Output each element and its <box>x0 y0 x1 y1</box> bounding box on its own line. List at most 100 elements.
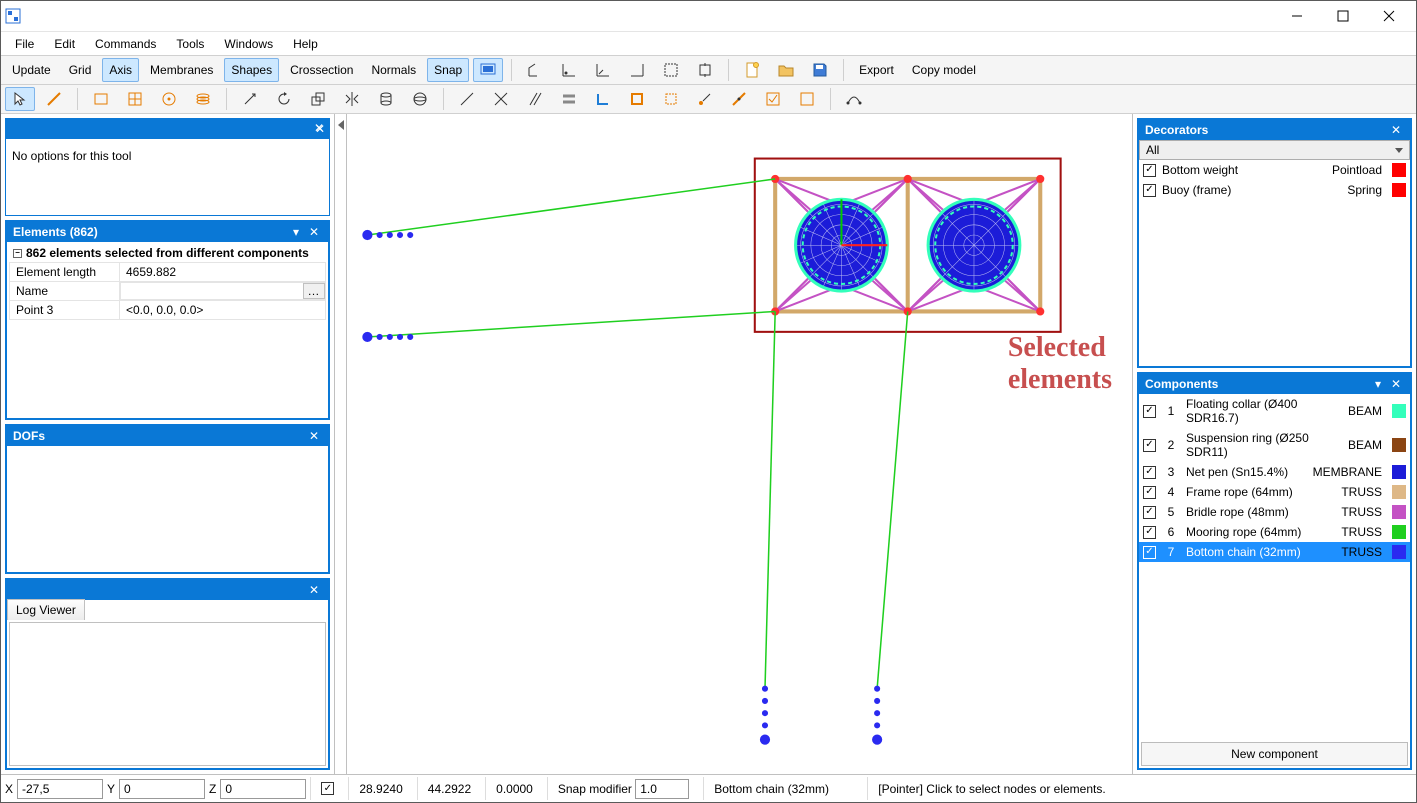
align-icon[interactable] <box>554 87 584 111</box>
prop-value[interactable] <box>121 283 303 299</box>
close-panel-icon[interactable]: ✕ <box>306 582 322 598</box>
new-component-button[interactable]: New component <box>1141 742 1408 766</box>
close-panel-icon[interactable]: ✕ <box>1388 122 1404 138</box>
tb-axis[interactable]: Axis <box>102 58 139 82</box>
left-gutter[interactable] <box>335 114 347 774</box>
tb-shapes[interactable]: Shapes <box>224 58 279 82</box>
menu-commands[interactable]: Commands <box>85 34 166 54</box>
save-icon[interactable] <box>805 58 835 82</box>
select-rect-icon[interactable] <box>656 58 686 82</box>
component-row[interactable]: 7Bottom chain (32mm)TRUSS <box>1139 542 1410 562</box>
layers-icon[interactable] <box>188 87 218 111</box>
open-icon[interactable] <box>771 58 801 82</box>
checkbox-icon[interactable] <box>1143 405 1156 418</box>
collapse-icon[interactable]: ▾ <box>288 224 304 240</box>
tb-screen-icon[interactable] <box>473 58 503 82</box>
curve-icon[interactable] <box>839 87 869 111</box>
component-row[interactable]: 1Floating collar (Ø400 SDR16.7)BEAM <box>1139 394 1410 428</box>
edge-icon[interactable] <box>452 87 482 111</box>
tb-crossection[interactable]: Crossection <box>283 58 360 82</box>
box-solid-icon[interactable] <box>622 87 652 111</box>
ellipsis-button[interactable]: … <box>303 283 325 299</box>
view-iso-icon[interactable] <box>520 58 550 82</box>
close-panel-icon[interactable]: ✕ <box>306 428 322 444</box>
mirror-icon[interactable] <box>337 87 367 111</box>
status-checkbox[interactable] <box>321 782 334 795</box>
elements-selection-header[interactable]: − 862 elements selected from different c… <box>9 244 326 262</box>
component-row[interactable]: 2Suspension ring (Ø250 SDR11)BEAM <box>1139 428 1410 462</box>
checkbox-icon[interactable] <box>1143 546 1156 559</box>
checkbox-icon[interactable] <box>1143 164 1156 177</box>
minimize-button[interactable] <box>1274 1 1320 31</box>
menu-file[interactable]: File <box>5 34 44 54</box>
menu-tools[interactable]: Tools <box>166 34 214 54</box>
pointer-tool-icon[interactable] <box>5 87 35 111</box>
view-top-icon[interactable] <box>554 58 584 82</box>
line-seg-icon[interactable] <box>724 87 754 111</box>
close-panel-icon[interactable]: ✕ <box>1388 376 1404 392</box>
z-input[interactable] <box>220 779 306 799</box>
view-side-icon[interactable] <box>622 58 652 82</box>
tb-export[interactable]: Export <box>852 58 901 82</box>
parallel-icon[interactable] <box>520 87 550 111</box>
viewport-canvas[interactable]: Selected elements <box>347 114 1132 774</box>
tb-grid[interactable]: Grid <box>62 58 99 82</box>
decorator-row[interactable]: Buoy (frame)Spring <box>1139 180 1410 200</box>
separator <box>226 88 227 110</box>
component-row[interactable]: 4Frame rope (64mm)TRUSS <box>1139 482 1410 502</box>
x-input[interactable] <box>17 779 103 799</box>
cylinder-icon[interactable] <box>371 87 401 111</box>
decorator-scope-dropdown[interactable]: All <box>1139 140 1410 160</box>
new-file-icon[interactable] <box>737 58 767 82</box>
close-panel-icon[interactable]: ✕ <box>306 224 322 240</box>
fit-icon[interactable] <box>690 58 720 82</box>
box-dash-icon[interactable] <box>656 87 686 111</box>
checkbox-icon[interactable] <box>1143 486 1156 499</box>
rect-icon[interactable] <box>86 87 116 111</box>
empty-box-icon[interactable] <box>792 87 822 111</box>
cross-icon[interactable] <box>486 87 516 111</box>
tb-membranes[interactable]: Membranes <box>143 58 220 82</box>
prop-row[interactable]: Name … <box>10 282 326 301</box>
prop-row[interactable]: Element length 4659.882 <box>10 263 326 282</box>
checkbox-icon[interactable] <box>1143 184 1156 197</box>
collapse-icon[interactable]: ▾ <box>1370 376 1386 392</box>
line-tool-icon[interactable] <box>39 87 69 111</box>
scale-icon[interactable] <box>303 87 333 111</box>
collapse-left-icon[interactable] <box>338 120 344 130</box>
point-icon[interactable] <box>690 87 720 111</box>
prop-value[interactable]: <0.0, 0.0, 0.0> <box>120 301 326 320</box>
corner-icon[interactable] <box>588 87 618 111</box>
view-front-icon[interactable] <box>588 58 618 82</box>
rotate-icon[interactable] <box>269 87 299 111</box>
grid-icon[interactable] <box>120 87 150 111</box>
snap-modifier-input[interactable] <box>635 779 689 799</box>
decorator-row[interactable]: Bottom weightPointload <box>1139 160 1410 180</box>
component-row[interactable]: 6Mooring rope (64mm)TRUSS <box>1139 522 1410 542</box>
prop-row[interactable]: Point 3 <0.0, 0.0, 0.0> <box>10 301 326 320</box>
component-index: 5 <box>1162 505 1180 519</box>
checkbox-icon[interactable] <box>1143 526 1156 539</box>
checkbox-icon[interactable] <box>1143 466 1156 479</box>
move-icon[interactable] <box>235 87 265 111</box>
close-button[interactable] <box>1366 1 1412 31</box>
component-row[interactable]: 3Net pen (Sn15.4%)MEMBRANE <box>1139 462 1410 482</box>
circle-icon[interactable] <box>154 87 184 111</box>
prop-value[interactable]: 4659.882 <box>120 263 326 282</box>
maximize-button[interactable] <box>1320 1 1366 31</box>
tb-snap[interactable]: Snap <box>427 58 469 82</box>
check-box-icon[interactable] <box>758 87 788 111</box>
checkbox-icon[interactable] <box>1143 506 1156 519</box>
tb-normals[interactable]: Normals <box>364 58 423 82</box>
sphere-icon[interactable] <box>405 87 435 111</box>
component-row[interactable]: 5Bridle rope (48mm)TRUSS <box>1139 502 1410 522</box>
tb-update[interactable]: Update <box>5 58 58 82</box>
y-input[interactable] <box>119 779 205 799</box>
menu-edit[interactable]: Edit <box>44 34 85 54</box>
menu-windows[interactable]: Windows <box>214 34 283 54</box>
model-drawing <box>347 114 1132 774</box>
close-panel-icon[interactable]: ✕ <box>311 120 327 136</box>
menu-help[interactable]: Help <box>283 34 328 54</box>
tb-copy-model[interactable]: Copy model <box>905 58 983 82</box>
checkbox-icon[interactable] <box>1143 439 1156 452</box>
